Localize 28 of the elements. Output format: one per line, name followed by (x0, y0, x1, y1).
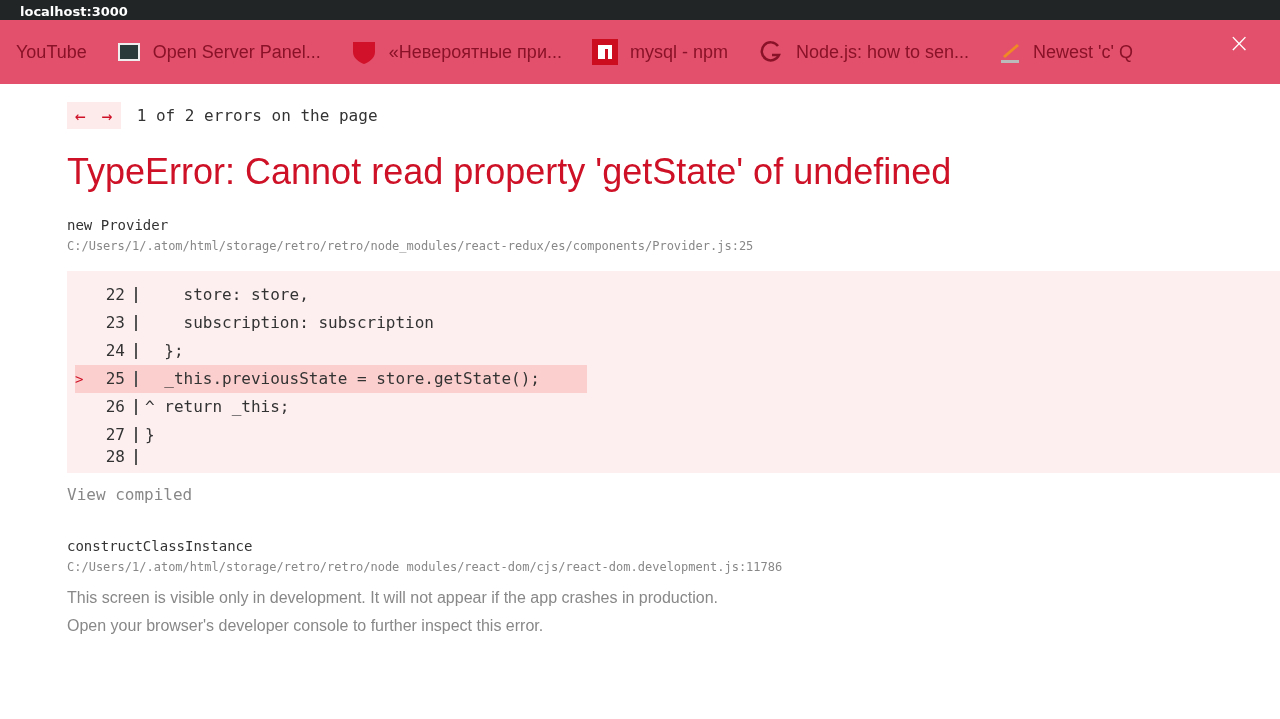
error-counter: 1 of 2 errors on the page (136, 106, 378, 125)
bookmark-link[interactable]: «Невероятные при... (350, 39, 562, 65)
code-line: 24 }; (75, 337, 1280, 365)
npm-icon (591, 39, 618, 65)
monitor-icon (116, 42, 141, 62)
bookmark-link[interactable]: Node.js: how to sen... (757, 39, 970, 65)
footer-note: Open your browser's developer console to further inspect this error. (67, 616, 545, 636)
code-line: 23 subscription: subscription (75, 309, 1280, 337)
bookmark-link[interactable]: Newest 'c' Q (999, 40, 1133, 64)
code-line: 27 } (75, 421, 1280, 449)
code-line: 22 store: store, (75, 281, 1280, 309)
code-line: 26 ^ return _this; (75, 393, 1280, 421)
address-bar-url[interactable]: localhost:3000 (20, 4, 128, 20)
stack-frame-function: constructClassInstance (67, 538, 254, 554)
next-error-button[interactable]: → (93, 102, 121, 129)
stack-frame-function: new Provider (67, 217, 170, 233)
view-compiled-link[interactable]: View compiled (67, 485, 1280, 504)
footer-note: This screen is visible only in development. It will not appear if the app crashes in production. (67, 588, 719, 608)
shield-icon (350, 39, 377, 65)
bookmark-link[interactable]: Open Server Panel... (116, 41, 321, 63)
previous-error-button[interactable]: ← (67, 102, 94, 129)
stack-frame-file: C:/Users/1/.atom/html/storage/retro/retro/node_modules/react-redux/es/components/Provider.js:25 (67, 239, 755, 253)
bookmark-link[interactable]: YouTube (16, 41, 87, 63)
close-button[interactable]: × (1228, 30, 1250, 56)
code-line: 28 (75, 449, 1280, 465)
bookmark-link[interactable]: mysql - npm (591, 39, 728, 65)
stack-frame-file: C:/Users/1/.atom/html/storage/retro/retro/node modules/react-dom/cjs/react-dom.development.js:11786 (67, 560, 784, 574)
error-title: TypeError: Cannot read property 'getState' of undefined (67, 151, 953, 193)
